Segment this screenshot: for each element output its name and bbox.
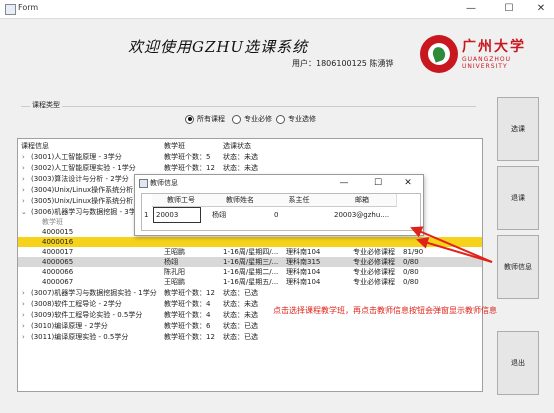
arrow-to-selected-row — [416, 237, 493, 263]
annotation-arrows — [410, 226, 493, 263]
annotation-text: 点击选择课程教学班，再点击教师信息按钮会弹窗显示教师信息 — [273, 306, 497, 315]
arrow-to-dialog — [410, 226, 493, 263]
